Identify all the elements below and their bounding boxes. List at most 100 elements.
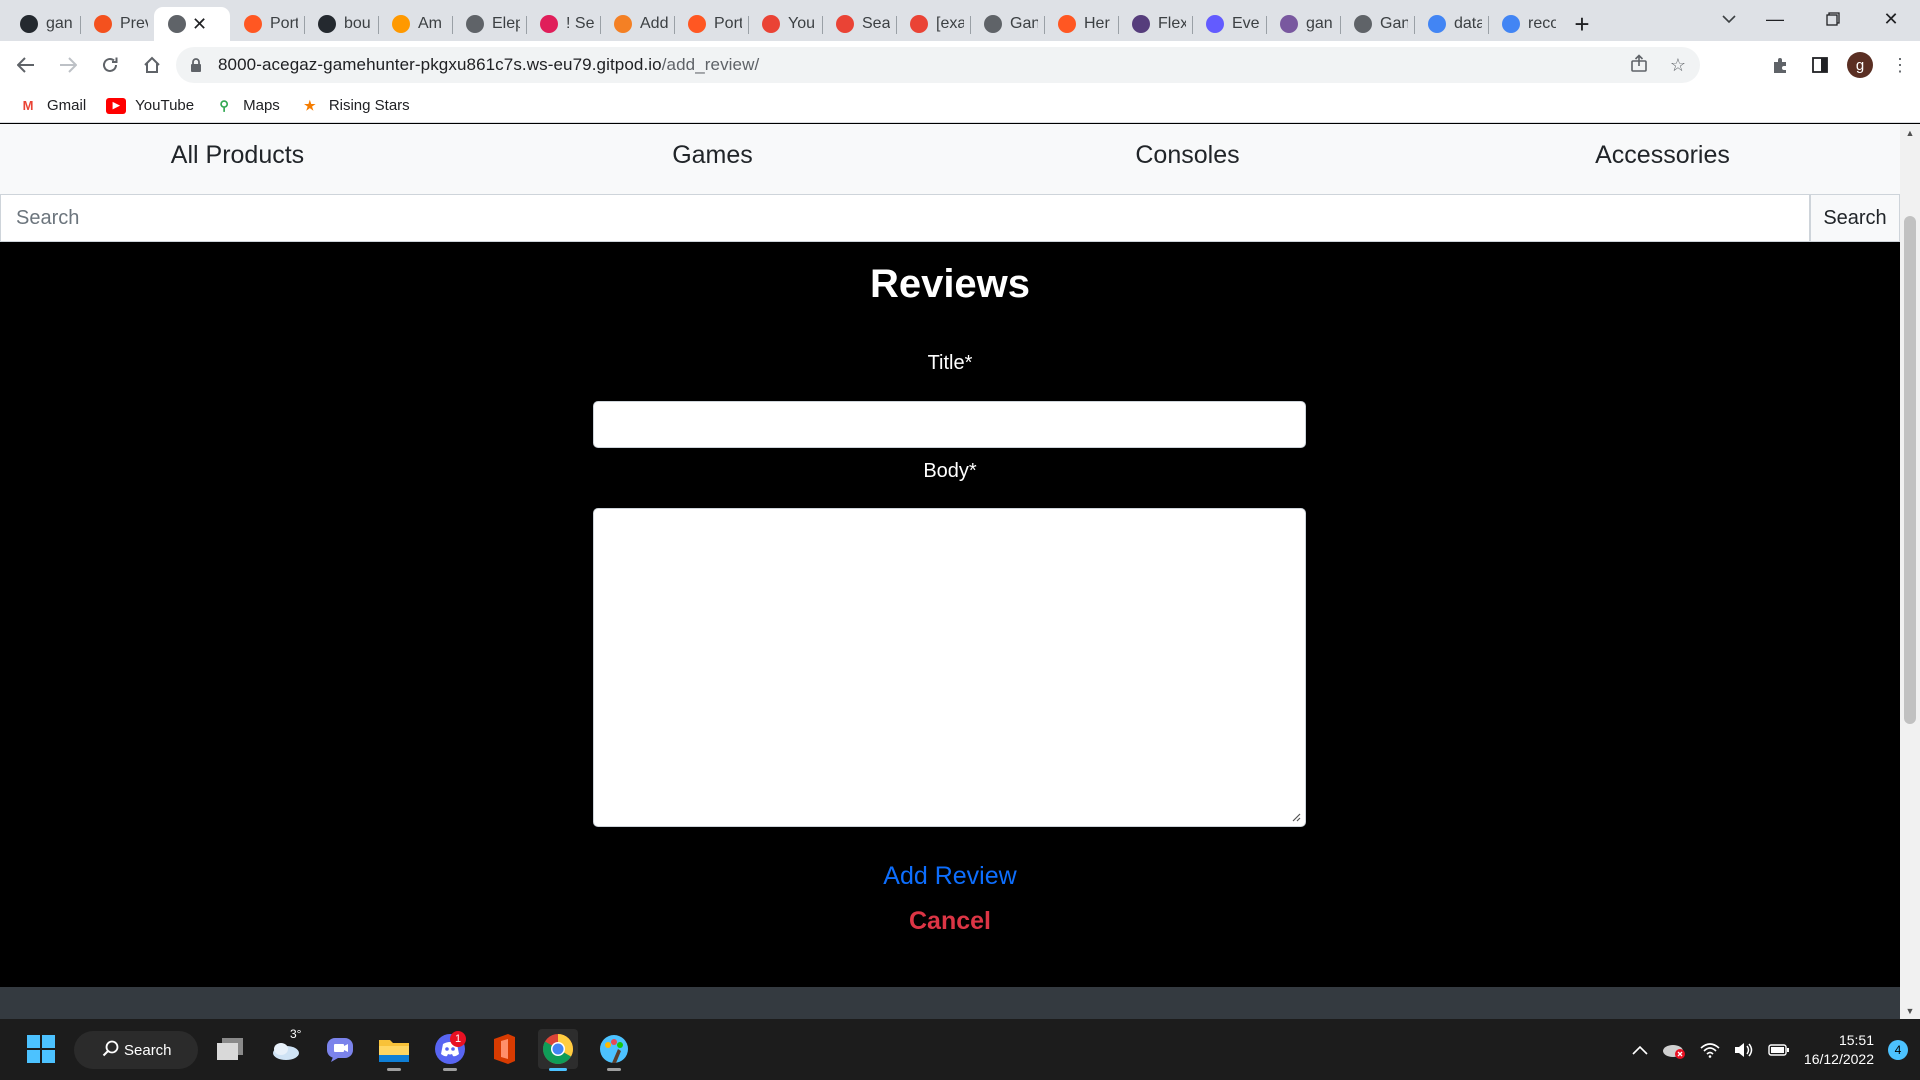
wifi-icon[interactable] bbox=[1700, 1042, 1720, 1058]
globe-icon bbox=[168, 15, 186, 33]
extensions-icon[interactable] bbox=[1760, 45, 1800, 85]
tab[interactable]: [exa bbox=[896, 7, 970, 41]
close-icon[interactable]: ✕ bbox=[1862, 0, 1920, 38]
tab[interactable]: Prev bbox=[80, 7, 154, 41]
tab[interactable]: ! Se bbox=[526, 7, 600, 41]
office-icon[interactable] bbox=[484, 1029, 524, 1069]
onedrive-error-icon[interactable] bbox=[1662, 1041, 1686, 1059]
gmail-icon bbox=[910, 15, 928, 33]
resize-grip-icon[interactable] bbox=[1291, 812, 1301, 822]
tab-active[interactable]: ✕ bbox=[154, 7, 230, 41]
profile-avatar[interactable]: g bbox=[1847, 52, 1873, 78]
bookmarks-bar: M Gmail ▶ YouTube ⚲ Maps ★ Rising Stars bbox=[0, 89, 1920, 123]
body-label: Body* bbox=[923, 460, 977, 482]
tab[interactable]: Ever bbox=[1192, 7, 1266, 41]
bookmark-label: YouTube bbox=[135, 97, 195, 114]
lock-icon[interactable] bbox=[190, 58, 204, 72]
scroll-up-icon[interactable]: ▲ bbox=[1900, 124, 1920, 141]
tab[interactable]: reco bbox=[1488, 7, 1562, 41]
page-footer bbox=[0, 987, 1900, 1019]
tab[interactable]: Gan bbox=[1340, 7, 1414, 41]
add-review-button[interactable]: Add Review bbox=[0, 862, 1900, 891]
tab[interactable]: Flex bbox=[1118, 7, 1192, 41]
tab[interactable]: Her bbox=[1044, 7, 1118, 41]
aws-icon bbox=[392, 15, 410, 33]
task-view-icon[interactable] bbox=[210, 1029, 250, 1069]
side-panel-icon[interactable] bbox=[1800, 45, 1840, 85]
search-button[interactable]: Search bbox=[1810, 194, 1900, 242]
tab[interactable]: Port bbox=[230, 7, 304, 41]
page-scrollbar[interactable]: ▲ ▼ bbox=[1900, 124, 1920, 1019]
tab-label: Port bbox=[714, 15, 742, 32]
address-bar[interactable]: 8000-acegaz-gamehunter-pkgxu861c7s.ws-eu… bbox=[176, 47, 1700, 83]
bookmark-item[interactable]: ▶ YouTube bbox=[106, 97, 194, 114]
chrome-icon[interactable] bbox=[538, 1029, 578, 1071]
tab[interactable]: gan bbox=[1266, 7, 1340, 41]
bookmark-star-icon[interactable]: ☆ bbox=[1670, 55, 1686, 76]
system-tray: 15:51 16/12/2022 4 bbox=[1632, 1019, 1920, 1080]
gmail-icon: M bbox=[22, 98, 34, 113]
tab-label: Ever bbox=[1232, 15, 1260, 32]
review-title-input[interactable] bbox=[593, 401, 1306, 448]
bookmark-item[interactable]: ★ Rising Stars bbox=[300, 97, 410, 114]
teams-chat-icon[interactable] bbox=[320, 1029, 360, 1069]
back-icon[interactable] bbox=[6, 45, 46, 85]
home-icon[interactable] bbox=[132, 45, 172, 85]
nav-consoles[interactable]: Consoles bbox=[950, 124, 1425, 194]
nav-all-products[interactable]: All Products bbox=[0, 124, 475, 194]
paint-icon[interactable] bbox=[594, 1029, 634, 1071]
portfolio-icon bbox=[244, 15, 262, 33]
cancel-button[interactable]: Cancel bbox=[0, 907, 1900, 936]
scroll-thumb[interactable] bbox=[1904, 216, 1916, 724]
share-icon[interactable] bbox=[1630, 53, 1648, 77]
tab[interactable]: Port bbox=[674, 7, 748, 41]
restore-icon[interactable] bbox=[1804, 0, 1862, 38]
menu-kebab-icon[interactable]: ⋮ bbox=[1880, 45, 1920, 85]
bookmark-item[interactable]: M Gmail bbox=[18, 97, 87, 114]
tab-close-icon[interactable]: ✕ bbox=[192, 14, 207, 35]
clock-time: 15:51 bbox=[1838, 1031, 1874, 1048]
portfolio-icon bbox=[1058, 15, 1076, 33]
tab[interactable]: gan bbox=[6, 7, 80, 41]
taskbar-search[interactable]: Search bbox=[74, 1031, 198, 1069]
nav-accessories[interactable]: Accessories bbox=[1425, 124, 1900, 194]
battery-icon[interactable] bbox=[1768, 1043, 1790, 1057]
scroll-down-icon[interactable]: ▼ bbox=[1900, 1002, 1920, 1019]
notification-badge[interactable]: 4 bbox=[1888, 1039, 1908, 1060]
nav-games[interactable]: Games bbox=[475, 124, 950, 194]
new-tab-button[interactable]: + bbox=[1562, 7, 1602, 41]
search-input[interactable] bbox=[0, 194, 1810, 242]
tab[interactable]: You bbox=[748, 7, 822, 41]
reload-icon[interactable] bbox=[90, 45, 130, 85]
tab[interactable]: Elep bbox=[452, 7, 526, 41]
tab[interactable]: Gan bbox=[970, 7, 1044, 41]
minimize-icon[interactable]: — bbox=[1746, 0, 1804, 38]
tab-strip: gan Prev ✕ Port bou Am Elep ! Se Add Port You Sea [e… bbox=[0, 0, 1920, 41]
volume-icon[interactable] bbox=[1734, 1042, 1754, 1058]
chevron-up-icon[interactable] bbox=[1632, 1045, 1648, 1055]
review-body-textarea[interactable] bbox=[593, 508, 1306, 827]
weather-widget-icon[interactable]: 3° bbox=[265, 1027, 305, 1069]
windows-start-icon[interactable] bbox=[21, 1029, 61, 1069]
tab[interactable]: bou bbox=[304, 7, 378, 41]
bookmark-item[interactable]: ⚲ Maps bbox=[214, 97, 279, 114]
tab-list: gan Prev ✕ Port bou Am Elep ! Se Add Port You Sea [e… bbox=[0, 0, 1562, 41]
youtube-icon: ▶ bbox=[106, 97, 127, 114]
clock[interactable]: 15:51 16/12/2022 bbox=[1804, 1031, 1874, 1069]
tab[interactable]: data bbox=[1414, 7, 1488, 41]
forward-icon[interactable] bbox=[48, 45, 88, 85]
page-viewport: All Products Games Consoles Accessories … bbox=[0, 124, 1920, 1019]
bookmark-label: Rising Stars bbox=[328, 97, 410, 114]
tab-label: data bbox=[1454, 15, 1482, 32]
file-explorer-icon[interactable] bbox=[374, 1029, 414, 1071]
tab-search-icon[interactable] bbox=[1707, 0, 1751, 38]
stackoverflow-icon bbox=[614, 15, 632, 33]
weather-temp: 3° bbox=[290, 1027, 302, 1041]
tab[interactable]: Am bbox=[378, 7, 452, 41]
url-text[interactable]: 8000-acegaz-gamehunter-pkgxu861c7s.ws-eu… bbox=[218, 55, 759, 75]
globe-icon bbox=[1354, 15, 1372, 33]
tab[interactable]: Add bbox=[600, 7, 674, 41]
discord-icon[interactable]: 1 bbox=[430, 1029, 470, 1071]
tab[interactable]: Sea bbox=[822, 7, 896, 41]
title-label: Title* bbox=[927, 352, 973, 374]
